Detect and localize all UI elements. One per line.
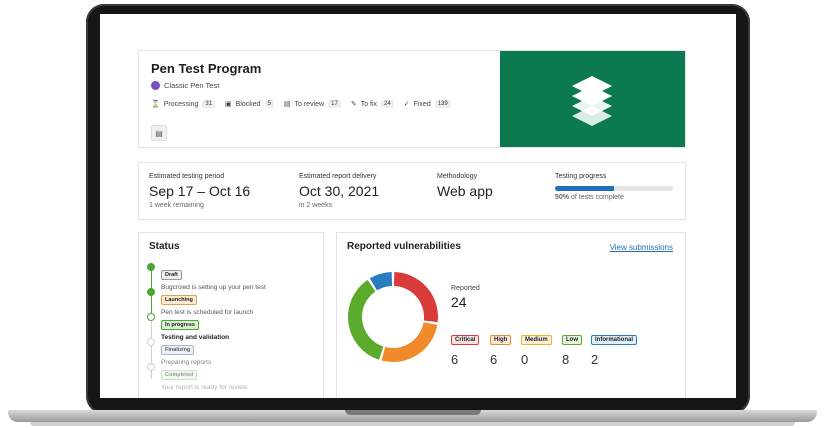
blocked-icon: ▣ [225,101,232,108]
severity-count: 0 [521,352,529,367]
processing-count: 31 [202,100,216,108]
layers-logo-icon [572,76,612,126]
program-type-label: Classic Pen Test [164,81,220,90]
testing-progress: Testing progress 50% of tests complete [555,173,673,201]
program-type-icon [151,81,160,90]
report-delivery-note: in 2 weeks [299,202,333,209]
program-type: Classic Pen Test [151,81,457,90]
severity-tag: Low [562,335,582,345]
to-fix-count: 24 [381,100,394,108]
severity-tag: High [490,335,512,345]
reported-summary: Reported 24 [451,285,480,310]
fixed-label: Fixed [413,100,431,108]
status-step-launching: Launching Pen test is scheduled for laun… [161,288,253,316]
status-step-draft: Draft Bugcrowd is setting up your pen te… [161,263,266,291]
step-tag: Draft [161,270,182,280]
document-button[interactable]: ▤ [151,125,167,141]
progress-bar [555,186,673,191]
status-card: Status Draft Bugcrowd is setting up your… [138,232,324,398]
step-current-icon [147,313,155,321]
testing-info-card: Estimated testing period Sep 17 – Oct 16… [138,162,686,220]
methodology-label: Methodology [437,173,478,180]
reported-total: 24 [451,294,467,310]
to-fix-label: To fix [360,100,378,108]
to-review-label: To review [294,100,325,108]
severity-count: 8 [562,352,570,367]
progress-note: 50% of tests complete [555,194,673,201]
step-tag: Completed [161,370,198,380]
review-icon: ▤ [283,101,291,108]
fixed-count: 139 [434,100,451,108]
progress-percent: 50% [555,194,570,201]
blocked-label: Blocked [235,100,261,108]
status-step-completed: Completed Your report is ready for revie… [161,363,247,391]
vulnerability-donut-chart [348,272,438,362]
status-step-in-progress: In progress Testing and validation [161,313,229,341]
laptop-shadow [30,422,795,426]
severity-count: 2 [591,352,599,367]
step-tag: Finalizing [161,345,195,355]
view-submissions-link[interactable]: View submissions [610,243,673,252]
testing-period-value: Sep 17 – Oct 16 [149,183,251,199]
severity-medium: Medium 0 [521,328,552,367]
check-icon: ✓ [403,101,410,108]
severity-critical: Critical 6 [451,328,480,367]
report-delivery-label: Estimated report delivery [299,173,377,180]
program-banner [500,51,685,147]
donut-slice-high [381,321,438,362]
vulnerabilities-title: Reported vulnerabilities [347,241,461,252]
severity-high: High 6 [490,328,512,367]
report-delivery-value: Oct 30, 2021 [299,183,380,199]
severity-tag: Medium [521,335,552,345]
severity-low: Low 8 [562,328,582,367]
reported-label: Reported [451,285,480,292]
step-tag: Launching [161,295,197,305]
screen: Pen Test Program Classic Pen Test ⌛ Proc… [100,14,736,398]
step-done-icon [147,288,155,296]
progress-note-text: of tests complete [569,194,624,201]
step-pending-icon [147,338,155,346]
program-header-card: Pen Test Program Classic Pen Test ⌛ Proc… [138,50,686,148]
methodology-value: Web app [437,183,493,199]
step-done-icon [147,263,155,271]
testing-period-label: Estimated testing period [149,173,225,180]
testing-progress-label: Testing progress [555,173,607,180]
status-title: Status [149,241,180,252]
vulnerabilities-card: Reported vulnerabilities View submission… [336,232,686,398]
testing-period-note: 1 week remaining [149,202,204,209]
document-icon: ▤ [155,128,163,138]
to-review-count: 17 [328,100,341,108]
processing-label: Processing [163,100,199,108]
severity-tag: Critical [451,335,480,345]
status-step-finalizing: Finalizing Preparing reports [161,338,211,366]
severity-tag: Informational [591,335,638,345]
severity-count: 6 [490,352,498,367]
hourglass-icon: ⌛ [151,101,160,108]
step-pending-icon [147,363,155,371]
methodology: Methodology Web app [437,173,493,199]
donut-slice-critical [393,272,438,323]
progress-bar-fill [555,186,614,191]
laptop-notch [345,410,481,415]
testing-period: Estimated testing period Sep 17 – Oct 16… [149,173,250,209]
donut-slice-low [348,279,384,360]
donut-slice-informational [369,272,393,291]
wrench-icon: ✎ [350,101,357,108]
severity-informational: Informational 2 [591,328,638,367]
program-title: Pen Test Program [151,61,262,76]
blocked-count: 5 [264,100,274,108]
step-tag: In progress [161,320,199,330]
step-text: Your report is ready for review [161,384,248,391]
report-delivery: Estimated report delivery Oct 30, 2021 i… [299,173,379,209]
submission-counts: ⌛ Processing 31 ▣ Blocked 5 ▤ To review … [151,100,457,108]
severity-count: 6 [451,352,459,367]
